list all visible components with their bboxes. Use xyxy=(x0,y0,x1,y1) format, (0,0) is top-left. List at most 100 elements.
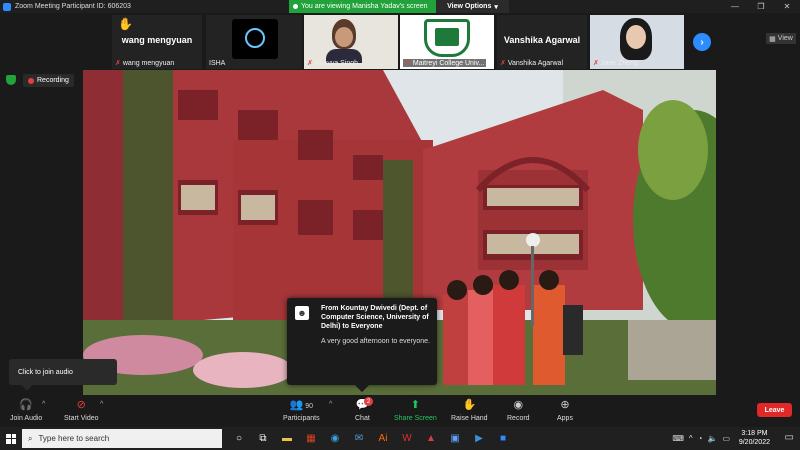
keyboard-icon[interactable]: ⌨ xyxy=(672,434,684,443)
chat-label: Chat xyxy=(355,415,370,422)
raise-hand-button[interactable]: ✋ Raise Hand xyxy=(451,399,488,422)
college-logo xyxy=(424,19,470,57)
mic-muted-icon: ✗ xyxy=(500,60,506,67)
meeting-toolbar: 🎧 Join Audio ^ ⊘ Start Video ^ 👥 90 Parti… xyxy=(0,395,800,427)
sender-avatar: ☻ xyxy=(295,306,309,320)
view-options-button[interactable]: View Options ▾ xyxy=(436,0,509,13)
tooltip-text: Click to join audio xyxy=(18,368,73,376)
minimize-button[interactable]: — xyxy=(722,0,748,13)
chevron-down-icon: ▾ xyxy=(494,3,498,11)
participant-name-label: ✗ Vanshika Agarwal xyxy=(500,59,563,68)
record-icon: ◉ xyxy=(513,399,524,411)
join-audio-label: Join Audio xyxy=(10,415,43,422)
start-video-label: Start Video xyxy=(64,415,99,422)
search-placeholder: Type here to search xyxy=(38,434,110,443)
maximize-button[interactable]: ❐ xyxy=(748,0,774,13)
view-options-label: View Options xyxy=(447,3,492,10)
taskbar-search[interactable]: ⌕ Type here to search xyxy=(22,429,222,448)
participant-tile[interactable]: ✋ wang mengyuan ✗ wang mengyuan xyxy=(112,15,202,69)
battery-icon[interactable]: ▭ xyxy=(722,434,730,443)
raise-hand-label: Raise Hand xyxy=(451,415,488,422)
share-screen-button[interactable]: ⬆ Share Screen xyxy=(394,399,437,422)
tray-chevron-icon[interactable]: ^ xyxy=(689,434,693,443)
pdf-icon[interactable]: ▲ xyxy=(422,430,440,448)
share-screen-label: Share Screen xyxy=(394,415,437,422)
participant-name: Vanshika Agarwal xyxy=(507,59,563,67)
participants-button[interactable]: 👥 90 Participants xyxy=(283,399,320,422)
window-controls: — ❐ ✕ xyxy=(722,0,800,13)
video-player-icon[interactable]: ▶ xyxy=(470,430,488,448)
participants-caret[interactable]: ^ xyxy=(329,401,332,408)
notification-icon[interactable]: ▭ xyxy=(785,432,794,443)
photos-icon[interactable]: ▣ xyxy=(446,430,464,448)
pinned-apps: ○ ⧉ ▬ ▦ ◉ ✉ Ai W ▲ ▣ ▶ ■ xyxy=(230,430,512,448)
chat-message: A very good afternoon to everyone. xyxy=(321,338,430,345)
video-options-caret[interactable]: ^ xyxy=(100,401,103,408)
participant-tile[interactable]: ✗ Jane Zheng xyxy=(590,15,684,69)
recording-indicator[interactable]: Recording xyxy=(23,74,74,87)
record-dot-icon xyxy=(28,77,34,84)
participant-tile[interactable]: ISHA xyxy=(206,15,302,69)
mail-icon[interactable]: ✉ xyxy=(350,430,368,448)
mic-muted-icon: ✗ xyxy=(307,60,313,67)
participant-big-name: Vanshika Agarwal xyxy=(503,35,581,45)
clock-date: 9/20/2022 xyxy=(738,439,770,446)
illustrator-icon[interactable]: Ai xyxy=(374,430,392,448)
clock-time: 3:18 PM xyxy=(741,430,768,437)
participant-tile[interactable]: Vanshika Agarwal ✗ Vanshika Agarwal xyxy=(497,15,587,69)
participant-avatar xyxy=(232,19,278,59)
volume-icon[interactable]: 🔈 xyxy=(707,434,717,443)
windows-logo-icon xyxy=(6,433,16,444)
recording-label: Recording xyxy=(37,77,69,84)
start-video-button[interactable]: ⊘ Start Video xyxy=(64,399,99,422)
apps-label: Apps xyxy=(557,415,573,422)
system-tray: ⌨ ^ ◔ 🔈 ▭ xyxy=(672,427,730,450)
edge-icon[interactable]: ◉ xyxy=(326,430,344,448)
viewing-screen-banner: You are viewing Manisha Yadav's screen xyxy=(289,0,436,13)
participant-tile[interactable]: ✗ Bhavya Singh xyxy=(304,15,398,69)
participant-tile[interactable]: ✗ Maitreyi College Univ... xyxy=(400,15,494,69)
record-label: Record xyxy=(507,415,530,422)
file-explorer-icon[interactable]: ▬ xyxy=(278,430,296,448)
chevron-right-icon: › xyxy=(700,36,704,48)
participant-name-label: ✗ wang mengyuan xyxy=(115,59,174,68)
record-button[interactable]: ◉ Record xyxy=(507,399,530,422)
viewing-text: You are viewing Manisha Yadav's screen xyxy=(301,3,428,10)
audio-options-caret[interactable]: ^ xyxy=(42,401,45,408)
screen-share-icon xyxy=(293,4,298,9)
apps-icon: ⊕ xyxy=(560,399,570,411)
chat-sender: From Kountay Dwivedi (Dept. of Computer … xyxy=(321,305,429,330)
view-button[interactable]: ▦ View xyxy=(766,33,796,44)
share-screen-icon: ⬆ xyxy=(410,399,421,411)
participant-name: ISHA xyxy=(209,60,226,67)
leave-button[interactable]: Leave xyxy=(757,403,792,417)
chat-unread-badge: 2 xyxy=(364,397,373,406)
zoom-taskbar-icon[interactable]: ■ xyxy=(494,430,512,448)
next-page-button[interactable]: › xyxy=(693,33,711,51)
apps-button[interactable]: ⊕ Apps xyxy=(557,399,573,422)
window-title: Zoom Meeting Participant ID: 606203 xyxy=(15,3,131,10)
chat-notification-popup[interactable]: ☻ From Kountay Dwivedi (Dept. of Compute… xyxy=(287,298,437,393)
wps-icon[interactable]: W xyxy=(398,430,416,448)
start-button[interactable] xyxy=(0,427,22,450)
task-view-icon[interactable]: ⧉ xyxy=(254,430,272,448)
network-icon[interactable]: ◔ xyxy=(698,434,703,443)
zoom-app-icon xyxy=(3,2,11,11)
cortana-icon[interactable]: ○ xyxy=(230,430,248,448)
mic-muted-icon: ✗ xyxy=(405,60,411,67)
participant-name: Bhavya Singh xyxy=(314,59,359,67)
mic-muted-icon: ✗ xyxy=(593,60,599,67)
participant-gallery: ✋ wang mengyuan ✗ wang mengyuan ISHA ✗ B… xyxy=(0,13,800,70)
search-icon: ⌕ xyxy=(28,433,33,443)
view-label: View xyxy=(777,35,793,42)
store-icon[interactable]: ▦ xyxy=(302,430,320,448)
join-audio-tooltip: Click to join audio xyxy=(9,359,117,391)
participant-name-label: ✗ Maitreyi College Univ... xyxy=(403,59,487,67)
participant-big-name: wang mengyuan xyxy=(121,35,193,45)
headphones-icon: 🎧 xyxy=(19,399,33,411)
close-button[interactable]: ✕ xyxy=(774,0,800,13)
shield-icon[interactable] xyxy=(6,75,16,85)
mic-muted-icon: ✗ xyxy=(115,60,121,67)
join-audio-button[interactable]: 🎧 Join Audio xyxy=(10,399,42,422)
taskbar-clock[interactable]: 3:18 PM 9/20/2022 xyxy=(739,429,770,447)
